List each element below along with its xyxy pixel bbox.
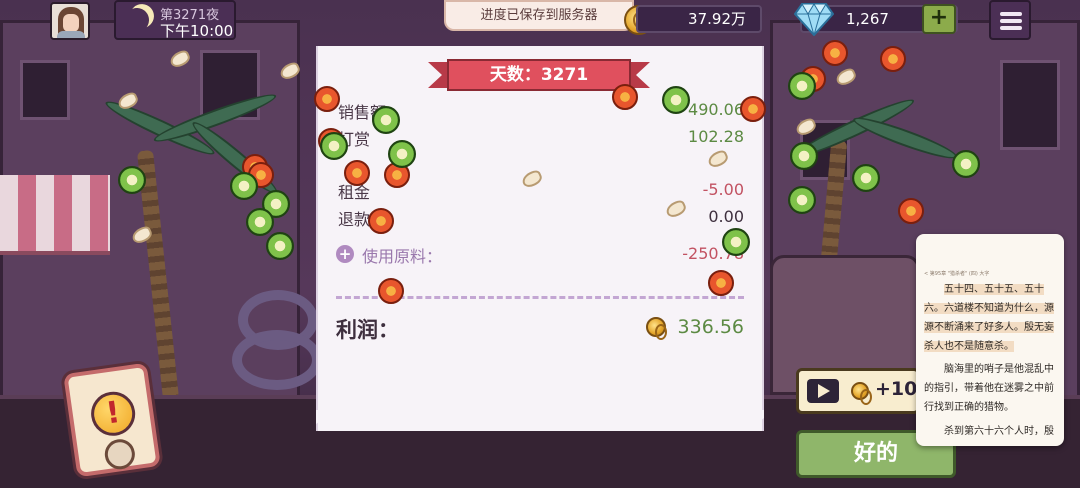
night-clock-panel: 第3271夜 下午10:00 [114, 0, 236, 40]
receipt-torn-edge [316, 410, 764, 430]
pepper-slice [788, 72, 816, 100]
sales-value: 490.06 [688, 100, 744, 119]
tomato-slice [368, 208, 394, 234]
novel-reader-overlay[interactable]: < 第95章 "猎杀者" (四) 大字 五十四、五十五、五十六。六道楼不知道为什… [916, 234, 1064, 446]
coin-icon [646, 317, 667, 340]
window [1000, 60, 1060, 150]
swim-ring [232, 330, 322, 390]
ingredients-label[interactable]: 使用原料： [362, 243, 442, 267]
pepper-slice [118, 166, 146, 194]
pepper-slice [788, 186, 816, 214]
quest-card[interactable]: ! [63, 362, 161, 478]
pepper-slice [230, 172, 258, 200]
pepper-slice [246, 208, 274, 236]
refund-label: 退款 [338, 210, 371, 229]
game-time: 下午10:00 [160, 22, 234, 40]
menu-button[interactable] [989, 0, 1031, 40]
tomato-slice [314, 86, 340, 112]
save-toast: 进度已保存到服务器 [444, 0, 634, 31]
coin-balance: 37.92万 [636, 5, 762, 33]
profit-label: 利润： [336, 318, 399, 342]
pepper-slice [662, 86, 690, 114]
pepper-slice [388, 140, 416, 168]
coin-icon [851, 382, 872, 405]
novel-chapter-header: < 第95章 "猎杀者" (四) 大字 [924, 271, 990, 277]
add-gems-button[interactable]: + [922, 4, 956, 34]
pepper-slice [790, 142, 818, 170]
tomato-slice [740, 96, 766, 122]
tips-value: 102.28 [688, 127, 744, 146]
player-avatar[interactable] [50, 2, 90, 40]
tomato-slice [880, 46, 906, 72]
window [20, 60, 70, 120]
refund-value: 0.00 [708, 207, 744, 226]
tomato-slice [822, 40, 848, 66]
pepper-slice [320, 132, 348, 160]
novel-paragraph: 五十四、五十五、五十六。六道楼不知道为什么，源源不断涌来了好多人。殷无妄杀人也不… [924, 284, 1054, 352]
diamond-icon [794, 3, 834, 36]
novel-paragraph: 脑海里的哨子是他混乱中的指引，带着他在迷雾之中前行找到正确的猎物。 [924, 364, 1054, 413]
menu-icon [1000, 12, 1022, 16]
tomato-slice [898, 198, 924, 224]
watch-ad-button[interactable]: +10 [796, 368, 920, 414]
play-icon [807, 379, 839, 403]
ad-reward-label: +10 [875, 378, 918, 400]
tomato-slice [708, 270, 734, 296]
pepper-slice [852, 164, 880, 192]
moon-icon [122, 5, 153, 36]
pepper-slice [266, 232, 294, 260]
pepper-slice [722, 228, 750, 256]
tomato-slice [612, 84, 638, 110]
profit-value: 336.56 [677, 316, 744, 338]
tomato-slice [378, 278, 404, 304]
novel-paragraph: 杀到第六十六个人时，殷 [944, 426, 1054, 437]
pepper-slice [372, 106, 400, 134]
expand-ingredients-icon[interactable]: + [336, 245, 354, 263]
quest-avatar [102, 437, 137, 472]
pepper-slice [952, 150, 980, 178]
tomato-slice [344, 160, 370, 186]
rent-value: -5.00 [702, 180, 744, 199]
exclamation-icon: ! [88, 388, 138, 439]
striped-awning [0, 175, 110, 255]
